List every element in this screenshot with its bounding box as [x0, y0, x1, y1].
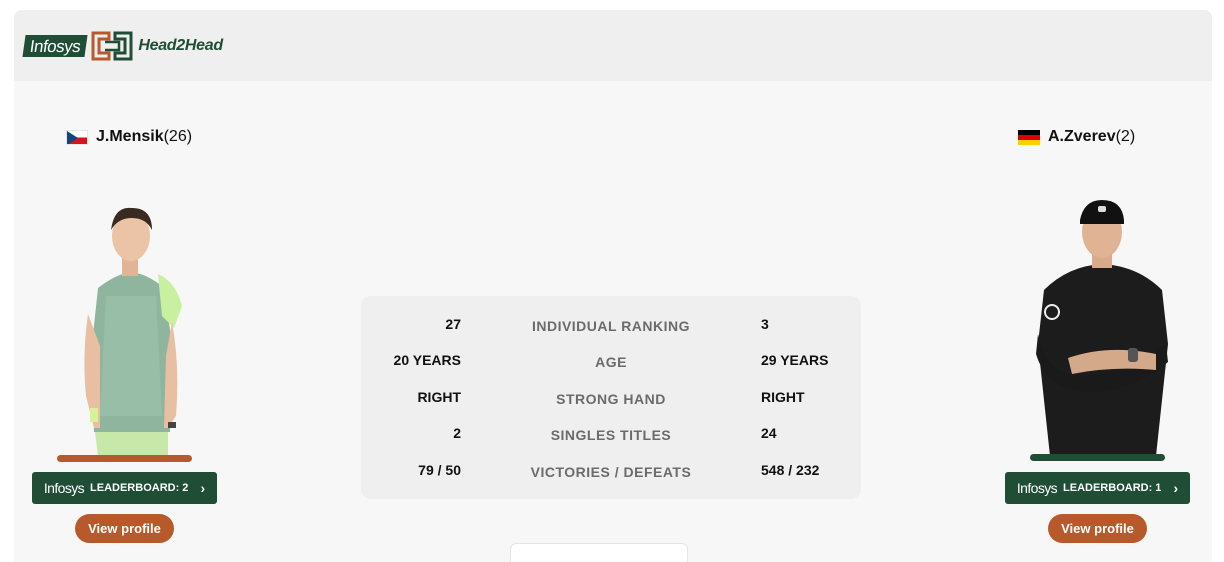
- right-leaderboard-label: LEADERBOARD: 1: [1063, 482, 1162, 494]
- head2head-logo-text: Head2Head: [138, 37, 223, 54]
- stat-label: INDIVIDUAL RANKING: [531, 318, 691, 334]
- right-player-name[interactable]: A.Zverev(2): [1018, 128, 1135, 146]
- stat-row-strong-hand: RIGHT STRONG HAND RIGHT: [361, 389, 861, 411]
- right-player-name-text: A.Zverev: [1048, 128, 1116, 145]
- right-leaderboard-brand: Infosys: [1016, 480, 1058, 496]
- bottom-tab[interactable]: [510, 543, 688, 562]
- left-leaderboard-button[interactable]: Infosys LEADERBOARD: 2 ›: [32, 472, 217, 504]
- left-stat-value: 27: [445, 316, 461, 332]
- right-player-stand: [1030, 454, 1165, 461]
- infosys-head2head-logo[interactable]: Infosys Head2Head: [22, 30, 223, 62]
- left-leaderboard-brand: Infosys: [43, 480, 85, 496]
- stat-row-victories-defeats: 79 / 50 VICTORIES / DEFEATS 548 / 232: [361, 462, 861, 484]
- stat-row-ranking: 27 INDIVIDUAL RANKING 3: [361, 316, 861, 338]
- stats-comparison-panel: 27 INDIVIDUAL RANKING 3 20 YEARS AGE 29 …: [361, 296, 861, 499]
- chevron-right-icon: ›: [200, 480, 206, 496]
- head2head-card: Infosys Head2Head J.Mensik(26) Infosys L…: [14, 10, 1212, 562]
- left-stat-value: 79 / 50: [418, 462, 461, 478]
- left-player-photo: [84, 207, 182, 456]
- left-player-name[interactable]: J.Mensik(26): [66, 128, 192, 146]
- left-stat-value: RIGHT: [417, 389, 461, 405]
- right-player-photo: [1036, 200, 1168, 456]
- right-view-profile-button[interactable]: View profile: [1048, 514, 1147, 543]
- infosys-logo-text: Infosys: [22, 35, 88, 57]
- stat-label: VICTORIES / DEFEATS: [530, 464, 692, 480]
- left-player-seed: (26): [163, 128, 193, 145]
- german-flag-icon: [1018, 129, 1040, 145]
- stat-label: STRONG HAND: [556, 391, 666, 407]
- chevron-right-icon: ›: [1173, 480, 1179, 496]
- header-bar: Infosys Head2Head: [14, 10, 1212, 81]
- right-stat-value: RIGHT: [761, 389, 805, 405]
- left-player-stand: [57, 455, 192, 462]
- head2head-mark-icon: [91, 31, 133, 61]
- stat-row-singles-titles: 2 SINGLES TITLES 24: [361, 425, 861, 447]
- left-leaderboard-label: LEADERBOARD: 2: [90, 482, 189, 494]
- stat-label: SINGLES TITLES: [550, 427, 672, 443]
- right-stat-value: 548 / 232: [761, 462, 820, 478]
- stat-label: AGE: [595, 354, 627, 370]
- left-stat-value: 20 YEARS: [393, 352, 461, 368]
- left-player-name-text: J.Mensik: [96, 128, 164, 145]
- right-stat-value: 29 YEARS: [761, 352, 829, 368]
- right-stat-value: 24: [761, 425, 777, 441]
- right-leaderboard-button[interactable]: Infosys LEADERBOARD: 1 ›: [1005, 472, 1190, 504]
- left-stat-value: 2: [453, 425, 461, 441]
- right-player-seed: (2): [1115, 128, 1136, 145]
- czech-flag-icon: [66, 129, 88, 145]
- left-view-profile-button[interactable]: View profile: [75, 514, 174, 543]
- stat-row-age: 20 YEARS AGE 29 YEARS: [361, 352, 861, 374]
- right-stat-value: 3: [761, 316, 769, 332]
